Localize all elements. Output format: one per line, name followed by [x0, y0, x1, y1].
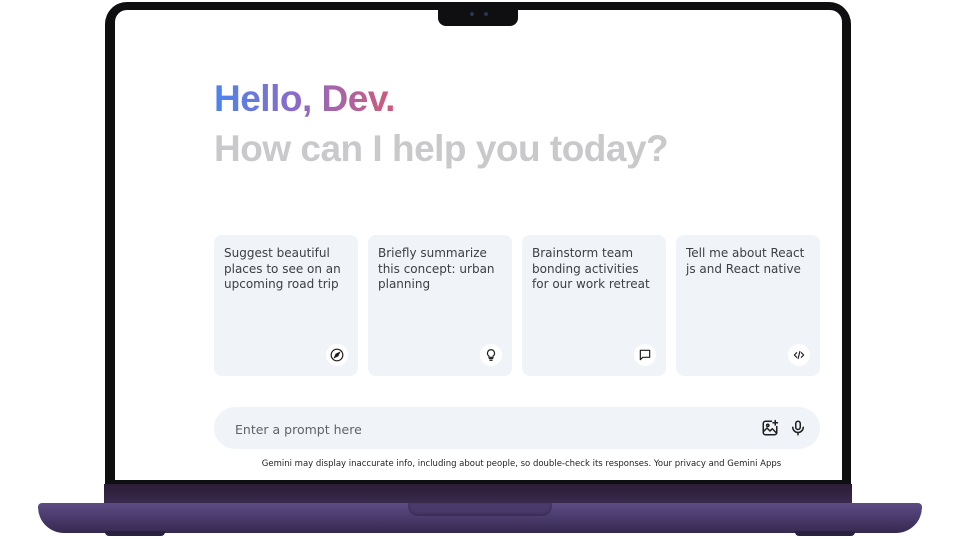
suggestion-card-react[interactable]: Tell me about React js and React native — [676, 235, 820, 376]
code-icon — [788, 344, 810, 366]
suggestion-card-road-trip[interactable]: Suggest beautiful places to see on an up… — [214, 235, 358, 376]
laptop-foot — [105, 531, 165, 536]
lightbulb-icon — [480, 344, 502, 366]
greeting-heading: Hello, Dev. — [214, 78, 395, 120]
laptop-hinge — [104, 484, 852, 504]
camera-notch — [438, 2, 518, 26]
suggestion-card-text: Tell me about React js and React native — [686, 246, 805, 276]
microphone-button[interactable] — [787, 417, 809, 439]
suggestion-card-text: Suggest beautiful places to see on an up… — [224, 246, 341, 291]
prompt-bar — [214, 407, 820, 449]
prompt-input[interactable] — [233, 416, 737, 442]
microphone-icon — [792, 420, 804, 436]
add-image-icon — [762, 419, 779, 436]
suggestion-card-team-bonding[interactable]: Brainstorm team bonding activities for o… — [522, 235, 666, 376]
greeting-subtitle: How can I help you today? — [214, 128, 669, 169]
chat-bubble-icon — [634, 344, 656, 366]
add-image-button[interactable] — [759, 417, 781, 439]
suggestion-card-text: Briefly summarize this concept: urban pl… — [378, 246, 495, 291]
compass-icon — [326, 344, 348, 366]
greeting-hello: Hello, Dev. — [214, 78, 395, 119]
suggestion-card-text: Brainstorm team bonding activities for o… — [532, 246, 650, 291]
laptop-foot — [795, 531, 855, 536]
disclaimer-text: Gemini may display inaccurate info, incl… — [261, 459, 782, 469]
camera-dot — [470, 12, 474, 16]
laptop-screen: Hello, Dev. How can I help you today? Su… — [115, 10, 842, 480]
suggestion-card-urban-planning[interactable]: Briefly summarize this concept: urban pl… — [368, 235, 512, 376]
laptop-mockup: Hello, Dev. How can I help you today? Su… — [0, 0, 960, 540]
camera-dot — [484, 12, 488, 16]
laptop-opening-notch — [408, 503, 552, 516]
